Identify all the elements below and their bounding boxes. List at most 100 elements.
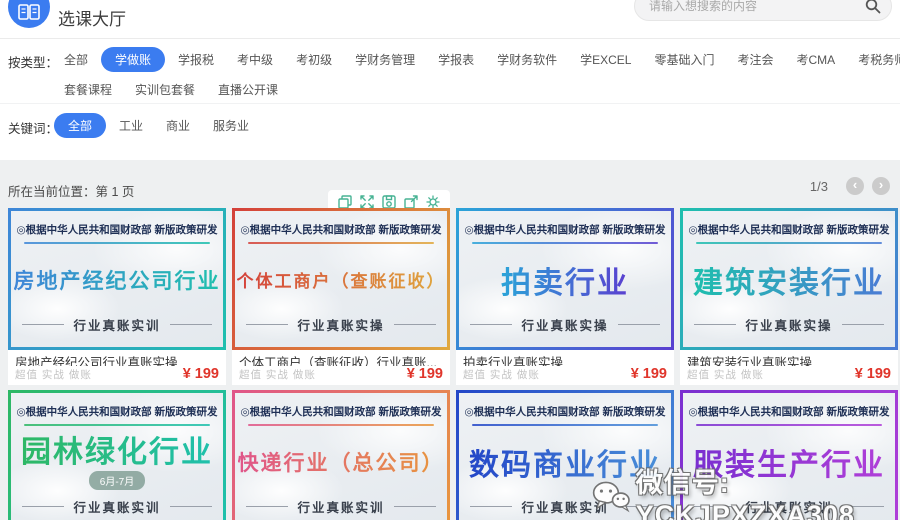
- type-filter-row-1: 全部学做账学报税考中级考初级学财务管理学报表学财务软件学EXCEL零基础入门考注…: [54, 47, 900, 72]
- next-page-button[interactable]: ›: [872, 177, 890, 195]
- card-info-title: 房地产经纪公司行业真账实操: [15, 352, 219, 366]
- card-title: 数码商业行业: [469, 426, 661, 497]
- type-filter-pill[interactable]: 考CMA: [787, 47, 846, 72]
- subtitle-dash-left: [470, 506, 512, 507]
- card-banner-policy: ◎根据中华人民共和国财政部 新版政策研发: [464, 222, 665, 237]
- type-filter-pill[interactable]: 学EXCEL: [570, 47, 641, 72]
- course-card-banner: ◎根据中华人民共和国财政部 新版政策研发 拍卖行业 行业真账实操: [456, 208, 674, 350]
- copy-icon[interactable]: [338, 195, 352, 209]
- card-tags: 超值 实战 做账: [463, 367, 540, 382]
- type-filter-pill[interactable]: 套餐课程: [54, 77, 122, 102]
- type-filter-pill[interactable]: 考税务师: [848, 47, 900, 72]
- type-filter-pill[interactable]: 学财务软件: [487, 47, 567, 72]
- card-price: ¥ 199: [407, 366, 443, 382]
- card-tags: 超值 实战 做账: [239, 367, 316, 382]
- subtitle-dash-left: [246, 324, 288, 325]
- type-filter-pill[interactable]: 直播公开课: [208, 77, 288, 102]
- subtitle-dash-left: [22, 506, 64, 507]
- card-subtitle: 行业真账实训: [73, 497, 160, 516]
- subtitle-dash-left: [694, 324, 736, 325]
- card-tags: 超值 实战 做账: [687, 367, 764, 382]
- card-price: ¥ 199: [631, 366, 667, 382]
- type-filter-pill[interactable]: 考中级: [227, 47, 283, 72]
- course-card[interactable]: ◎根据中华人民共和国财政部 新版政策研发 个体工商户（查账征收） 行业真账实操 …: [232, 208, 450, 385]
- subtitle-dash-right: [394, 506, 436, 507]
- card-info-title: 个体工商户（查账征收）行业真账...: [239, 352, 443, 366]
- course-card-banner: ◎根据中华人民共和国财政部 新版政策研发 数码商业行业 行业真账实训: [456, 390, 674, 520]
- card-date-badge: 6月-7月: [89, 471, 145, 490]
- subtitle-dash-right: [170, 324, 212, 325]
- keyword-filter-pill[interactable]: 服务业: [203, 113, 259, 138]
- subtitle-dash-left: [246, 506, 288, 507]
- keyword-filter-pill[interactable]: 商业: [156, 113, 200, 138]
- share-icon[interactable]: [404, 195, 418, 209]
- card-title: 服装生产行业: [693, 426, 885, 497]
- course-card-banner: ◎根据中华人民共和国财政部 新版政策研发 建筑安装行业 行业真账实操: [680, 208, 898, 350]
- card-info: 个体工商户（查账征收）行业真账... 超值 实战 做账 ¥ 199: [232, 350, 450, 385]
- search-icon[interactable]: [865, 0, 881, 14]
- subtitle-dash-left: [470, 324, 512, 325]
- type-filter-pill[interactable]: 实训包套餐: [125, 77, 205, 102]
- search-box[interactable]: [634, 0, 892, 21]
- type-filter-pill[interactable]: 学财务管理: [345, 47, 425, 72]
- keyword-filter-pill[interactable]: 工业: [109, 113, 153, 138]
- keyword-filter-row: 全部工业商业服务业: [54, 113, 262, 138]
- type-filter-label: 按类型：: [8, 52, 58, 71]
- card-banner-policy: ◎根据中华人民共和国财政部 新版政策研发: [688, 222, 889, 237]
- course-card[interactable]: ◎根据中华人民共和国财政部 新版政策研发 快递行业（总公司） 行业真账实训: [232, 390, 450, 520]
- course-card-banner: ◎根据中华人民共和国财政部 新版政策研发 个体工商户（查账征收） 行业真账实操: [232, 208, 450, 350]
- course-card[interactable]: ◎根据中华人民共和国财政部 新版政策研发 建筑安装行业 行业真账实操 建筑安装行…: [680, 208, 898, 385]
- card-title: 建筑安装行业: [693, 244, 885, 315]
- card-subtitle: 行业真账实训: [73, 315, 160, 334]
- keyword-filter-label: 关键词：: [8, 118, 58, 137]
- subtitle-dash-right: [170, 506, 212, 507]
- type-filter-pill[interactable]: 考初级: [286, 47, 342, 72]
- fullscreen-icon[interactable]: [360, 195, 374, 209]
- card-info-title: 建筑安装行业真账实操: [687, 352, 891, 366]
- card-banner-policy: ◎根据中华人民共和国财政部 新版政策研发: [688, 404, 889, 419]
- course-card[interactable]: ◎根据中华人民共和国财政部 新版政策研发 园林绿化行业 6月-7月 行业真账实训: [8, 390, 226, 520]
- card-tags: 超值 实战 做账: [15, 367, 92, 382]
- card-subtitle: 行业真账实训: [745, 497, 832, 516]
- prev-page-button[interactable]: ‹: [846, 177, 864, 195]
- type-filter-row-2: 套餐课程实训包套餐直播公开课: [54, 77, 291, 102]
- current-location-text: 所在当前位置：第 1 页: [8, 181, 134, 200]
- settings-icon[interactable]: [426, 195, 440, 209]
- course-card-banner: ◎根据中华人民共和国财政部 新版政策研发 园林绿化行业 6月-7月 行业真账实训: [8, 390, 226, 520]
- page-title: 选课大厅: [58, 5, 126, 30]
- card-banner-policy: ◎根据中华人民共和国财政部 新版政策研发: [16, 222, 217, 237]
- subtitle-dash-right: [618, 324, 660, 325]
- card-banner-policy: ◎根据中华人民共和国财政部 新版政策研发: [464, 404, 665, 419]
- course-card[interactable]: ◎根据中华人民共和国财政部 新版政策研发 数码商业行业 行业真账实训: [456, 390, 674, 520]
- card-subtitle: 行业真账实操: [745, 315, 832, 334]
- card-price: ¥ 199: [183, 366, 219, 382]
- subtitle-dash-right: [842, 506, 884, 507]
- subtitle-dash-right: [842, 324, 884, 325]
- pagination: 1/3 ‹ ›: [810, 177, 890, 195]
- course-card-banner: ◎根据中华人民共和国财政部 新版政策研发 房地产经纪公司行业 行业真账实训: [8, 208, 226, 350]
- type-filter-pill[interactable]: 学报表: [428, 47, 484, 72]
- card-title: 个体工商户（查账征收）: [237, 244, 446, 315]
- card-info: 拍卖行业真账实操 超值 实战 做账 ¥ 199: [456, 350, 674, 385]
- keyword-filter-pill[interactable]: 全部: [54, 113, 106, 138]
- type-filter-pill[interactable]: 学做账: [101, 47, 165, 72]
- card-title: 拍卖行业: [501, 244, 629, 315]
- card-price: ¥ 199: [855, 366, 891, 382]
- card-subtitle: 行业真账实操: [521, 315, 608, 334]
- course-card[interactable]: ◎根据中华人民共和国财政部 新版政策研发 拍卖行业 行业真账实操 拍卖行业真账实…: [456, 208, 674, 385]
- card-subtitle: 行业真账实操: [297, 315, 384, 334]
- type-filter-pill[interactable]: 考注会: [728, 47, 784, 72]
- search-input[interactable]: [635, 0, 865, 13]
- course-card[interactable]: ◎根据中华人民共和国财政部 新版政策研发 服装生产行业 行业真账实训: [680, 390, 898, 520]
- type-filter-pill[interactable]: 全部: [54, 47, 98, 72]
- subtitle-dash-left: [694, 506, 736, 507]
- save-icon[interactable]: [382, 195, 396, 209]
- header-divider: [0, 38, 900, 39]
- open-book-icon: [18, 4, 40, 22]
- type-filter-pill[interactable]: 零基础入门: [644, 47, 724, 72]
- subtitle-dash-right: [394, 324, 436, 325]
- course-card[interactable]: ◎根据中华人民共和国财政部 新版政策研发 房地产经纪公司行业 行业真账实训 房地…: [8, 208, 226, 385]
- type-filter-pill[interactable]: 学报税: [168, 47, 224, 72]
- card-info: 房地产经纪公司行业真账实操 超值 实战 做账 ¥ 199: [8, 350, 226, 385]
- card-title: 园林绿化行业: [21, 426, 213, 471]
